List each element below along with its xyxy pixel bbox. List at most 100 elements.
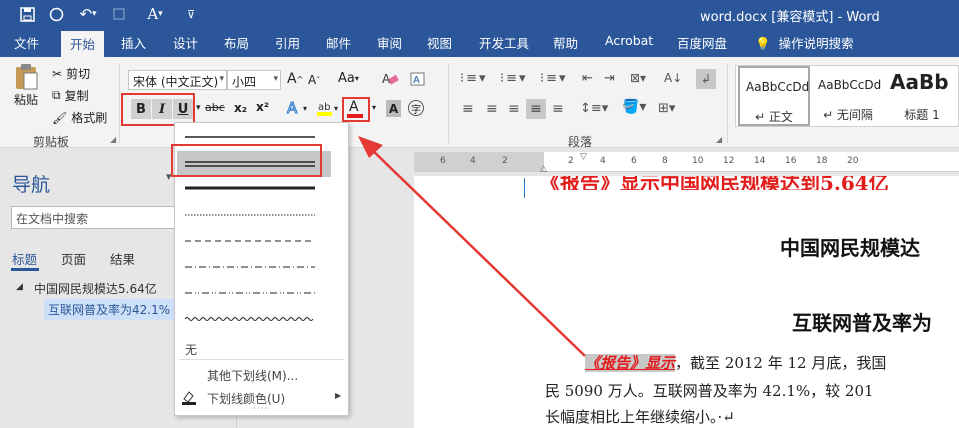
font-style-icon[interactable]: A ▾ [140, 3, 170, 25]
tab-file[interactable]: 文件 [14, 33, 39, 52]
indent-marker-icon[interactable]: ▽ [580, 152, 587, 162]
italic-button[interactable]: I [152, 99, 172, 119]
underline-dropdown-arrow[interactable]: ▾ [196, 103, 201, 113]
format-painter-button[interactable]: 🖌 格式刷 [52, 109, 107, 126]
tab-home[interactable]: 开始 [61, 31, 105, 57]
font-size-combo[interactable]: 小四 ▾ [227, 70, 281, 90]
font-color-dropdown-arrow[interactable]: ▾ [372, 103, 376, 112]
text-effects-icon[interactable]: A ▾ [285, 99, 308, 117]
nav-tab-pages[interactable]: 页面 [61, 249, 86, 268]
subscript-button[interactable]: x₂ [234, 101, 247, 115]
align-right-icon[interactable]: ≡ [508, 101, 520, 117]
multilevel-list-icon[interactable]: ⁝≡▾ [540, 71, 568, 86]
enclose-characters-icon: 字 [408, 100, 424, 116]
nav-tab-results[interactable]: 结果 [110, 249, 135, 268]
numbering-icon[interactable]: ⁝≡▾ [500, 71, 528, 86]
sort-icon[interactable]: A↓ [664, 71, 682, 85]
align-left-icon[interactable]: ≡ [462, 101, 474, 117]
save-icon[interactable] [16, 3, 38, 25]
shrink-font-label: A [308, 73, 317, 87]
strikethrough-button[interactable]: abc [205, 101, 225, 114]
tell-me-search[interactable]: 💡 操作说明搜索 [755, 33, 854, 52]
font-color-button[interactable]: A [347, 99, 363, 118]
shrink-font-button[interactable]: Aˇ [308, 73, 320, 87]
highlighted-selection[interactable]: 《报告》显示 [585, 354, 676, 372]
nav-heading-item[interactable]: 中国网民规模达5.64亿 [34, 280, 157, 297]
underline-button[interactable]: U [173, 99, 193, 119]
nav-heading-item-selected[interactable]: 互联网普及率为42.1% [44, 299, 175, 320]
underline-label: U [173, 99, 193, 119]
character-shading-label: A [386, 100, 401, 117]
doc-heading-1: 中国网民规模达 [780, 236, 920, 260]
underline-option-none[interactable]: 无 [185, 341, 197, 358]
paste-label: 粘贴 [13, 93, 38, 107]
redo-icon[interactable] [108, 3, 130, 25]
decrease-indent-icon[interactable]: ⇤ [582, 71, 593, 86]
tab-layout[interactable]: 布局 [224, 33, 249, 52]
customize-icon[interactable]: ⊽ [180, 3, 202, 25]
increase-indent-icon[interactable]: ⇥ [604, 71, 615, 86]
line-spacing-icon[interactable]: ↕≡▾ [580, 101, 608, 116]
collapse-triangle-icon[interactable]: ◢ [16, 282, 23, 292]
style-heading-1[interactable]: AaBb 标题 1 [884, 66, 959, 126]
copy-icon: ⧉ [52, 88, 61, 102]
underline-option-dash-dot-dot[interactable] [175, 283, 331, 309]
tab-design[interactable]: 设计 [173, 33, 198, 52]
ruler-number: 2 [568, 156, 574, 166]
underline-option-dashed[interactable] [175, 231, 331, 257]
undo-icon[interactable]: ↶ ▾ [74, 3, 102, 25]
paragraph-launcher-icon[interactable]: ◢ [716, 135, 722, 144]
borders-icon[interactable]: ⊞▾ [658, 101, 675, 116]
annotation-box-double-underline [171, 144, 322, 177]
highlight-color-icon[interactable]: ab ▾ [316, 99, 338, 117]
style-no-spacing[interactable]: AaBbCcDd ↵ 无间隔 [812, 66, 884, 126]
underline-option-thick[interactable] [175, 179, 331, 205]
nav-tab-headings[interactable]: 标题 [12, 249, 37, 268]
text-highlight-effects-icon[interactable]: A [409, 71, 427, 87]
align-center-icon[interactable]: ≡ [486, 101, 498, 117]
underline-color-item[interactable]: 下划线颜色(U) [207, 390, 285, 407]
touch-mode-icon[interactable] [45, 3, 67, 25]
hanging-indent-icon[interactable]: △ [540, 164, 547, 174]
tab-help[interactable]: 帮助 [553, 33, 578, 52]
tab-acrobat[interactable]: Acrobat [605, 33, 653, 48]
superscript-button[interactable]: x² [256, 100, 269, 114]
tab-view[interactable]: 视图 [427, 33, 452, 52]
tab-developer[interactable]: 开发工具 [479, 33, 529, 52]
paste-button[interactable]: 粘贴 [10, 63, 42, 108]
underline-option-wave[interactable] [175, 309, 331, 335]
character-shading-button[interactable]: A [386, 100, 401, 117]
group-separator [119, 63, 120, 143]
underline-option-dotted[interactable] [175, 207, 331, 233]
bullets-icon[interactable]: ⁝≡▾ [460, 71, 488, 86]
grow-font-button[interactable]: A ^ [287, 71, 303, 87]
nav-search-input[interactable]: 在文档中搜索 [11, 206, 176, 229]
justify-icon[interactable]: ≡ [526, 99, 546, 119]
clipboard-launcher-icon[interactable]: ◢ [110, 135, 116, 144]
bold-button[interactable]: B [131, 99, 151, 119]
lightbulb-icon: 💡 [755, 36, 771, 51]
tab-review[interactable]: 审阅 [377, 33, 402, 52]
tab-mailings[interactable]: 邮件 [326, 33, 351, 52]
cut-label: 剪切 [66, 67, 91, 81]
copy-label: 复制 [64, 89, 89, 103]
menu-separator [179, 359, 344, 360]
ruler-number: 6 [631, 156, 637, 166]
enclose-characters-button[interactable]: 字 [408, 100, 424, 116]
shading-icon[interactable]: 🪣▾ [622, 99, 646, 115]
underline-option-dash-dot[interactable] [175, 259, 331, 285]
tab-baidu-netdisk[interactable]: 百度网盘 [677, 33, 727, 52]
style-normal[interactable]: AaBbCcDd ↵ 正文 [738, 66, 810, 126]
font-name-combo[interactable]: 宋体 (中文正文) ▾ [128, 70, 227, 90]
change-case-button[interactable]: Aa ▾ [338, 71, 359, 86]
copy-button[interactable]: ⧉ 复制 [52, 87, 89, 104]
chinese-layout-icon[interactable]: ⊠▾ [630, 71, 646, 85]
tab-insert[interactable]: 插入 [121, 33, 146, 52]
cut-button[interactable]: ✂ 剪切 [52, 65, 90, 82]
distributed-icon[interactable]: ≡ [552, 101, 564, 117]
show-marks-icon[interactable]: ↲ [696, 69, 716, 89]
resize-grip-icon[interactable]: ···· [253, 404, 268, 414]
clear-formatting-icon[interactable]: A [381, 71, 399, 87]
more-underlines-item[interactable]: 其他下划线(M)... [207, 367, 298, 384]
tab-references[interactable]: 引用 [275, 33, 300, 52]
